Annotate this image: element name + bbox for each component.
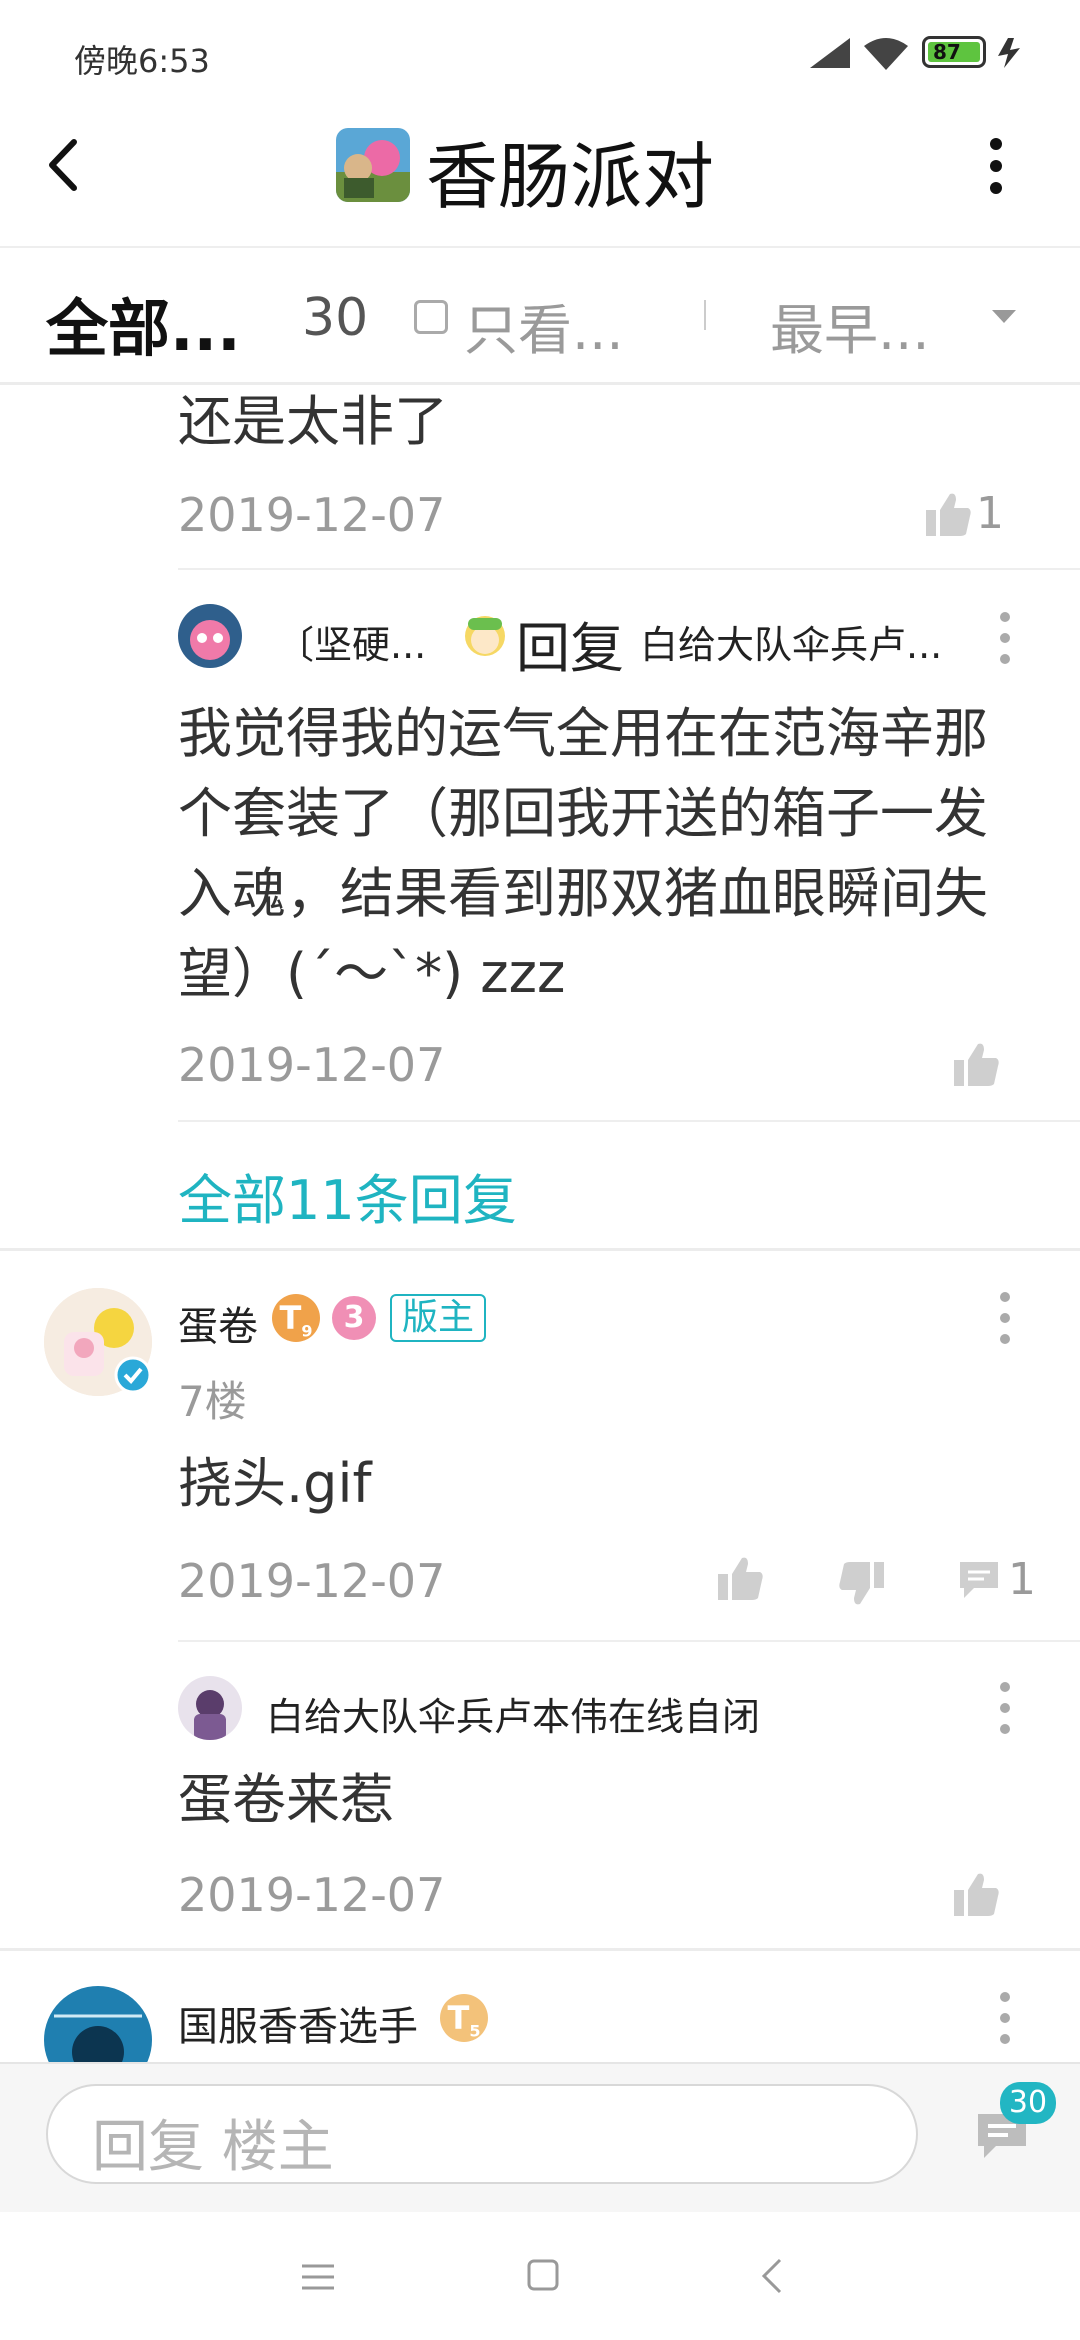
post-author[interactable]: 国服香香选手: [178, 1994, 418, 2052]
reply-divider: [178, 1640, 1080, 1642]
post-date: 2019-12-07: [178, 1554, 446, 1608]
only-op-label[interactable]: 只看...: [464, 286, 624, 365]
comment-count: 1: [1008, 1554, 1036, 1605]
more-options-icon[interactable]: [998, 1990, 1012, 2046]
reply-word: 回复: [516, 617, 624, 680]
level-badge-number: 5: [469, 2021, 481, 2041]
more-options-icon[interactable]: [998, 1290, 1012, 1346]
only-op-checkbox[interactable]: [414, 300, 448, 334]
moderator-tag: 版主: [390, 1294, 487, 1342]
reply-text: 我觉得我的运气全用在在范海辛那个套装了（那回我开送的箱子一发入魂，结果看到那双猪…: [178, 702, 988, 1005]
like-count: 1: [976, 488, 1004, 539]
like-icon[interactable]: [716, 1554, 766, 1602]
sort-dropdown[interactable]: 最早...: [770, 286, 930, 365]
app-icon: [336, 128, 410, 202]
reply-placeholder[interactable]: 回复 楼主: [92, 2102, 334, 2183]
chevron-down-icon[interactable]: [992, 310, 1016, 323]
more-options-icon[interactable]: [998, 1680, 1012, 1736]
battery-level: 87: [933, 40, 961, 64]
like-icon[interactable]: [952, 1040, 1002, 1088]
more-options-icon[interactable]: [984, 136, 1008, 196]
comment-icon[interactable]: [956, 1558, 1002, 1602]
menu-icon[interactable]: [300, 2262, 336, 2292]
header-divider: [0, 246, 1080, 248]
cellular-signal-icon: [810, 38, 850, 68]
level-badge-letter: T: [279, 1299, 302, 1337]
reply-divider: [178, 568, 1080, 570]
reply-text: 还是太非了: [178, 390, 448, 453]
filter-divider: [0, 382, 1080, 385]
post-divider: [0, 1248, 1080, 1251]
page-title: 香肠派对: [426, 135, 715, 219]
filter-separator: [704, 300, 706, 330]
back-icon[interactable]: [40, 130, 90, 200]
reply-count: 30: [302, 288, 369, 348]
coin-badge: 3: [332, 1296, 376, 1340]
reply-divider: [178, 1120, 1080, 1122]
reply-date: 2019-12-07: [178, 1868, 446, 1922]
post-text: 挠头.gif: [178, 1452, 372, 1515]
like-icon[interactable]: [924, 490, 974, 538]
post-author[interactable]: 蛋卷: [178, 1294, 258, 1352]
back-nav-icon[interactable]: [760, 2258, 784, 2294]
reply-date: 2019-12-07: [178, 1038, 446, 1092]
more-options-icon[interactable]: [998, 610, 1012, 666]
reply-date: 2019-12-07: [178, 488, 446, 542]
charging-icon: [998, 38, 1020, 68]
comment-count-badge: 30: [1000, 2082, 1056, 2124]
level-badge-letter: T: [447, 1999, 470, 2037]
like-icon[interactable]: [952, 1870, 1002, 1918]
reply-author[interactable]: 白给大队伞兵卢本伟在线自闭: [266, 1686, 760, 1741]
filter-all-tab[interactable]: 全部...: [46, 278, 241, 368]
floor-number: 7楼: [178, 1377, 247, 1426]
verified-badge-icon: [114, 1356, 152, 1394]
dislike-icon[interactable]: [836, 1560, 886, 1608]
level-badge: T5: [440, 1994, 488, 2042]
level-badge-number: 9: [301, 1321, 313, 1341]
reply-target[interactable]: 白给大队伞兵卢...: [640, 614, 942, 669]
view-all-replies-link[interactable]: 全部11条回复: [178, 1156, 517, 1235]
wifi-icon: [864, 38, 908, 70]
home-icon[interactable]: [526, 2258, 560, 2292]
user-avatar-icon: [465, 616, 505, 656]
status-time: 傍晚6:53: [74, 42, 210, 80]
avatar[interactable]: [178, 1676, 242, 1740]
battery-icon: 87: [922, 36, 986, 68]
post-divider: [0, 1948, 1080, 1951]
avatar[interactable]: [178, 604, 242, 668]
reply-text: 蛋卷来惹: [178, 1768, 394, 1831]
reply-author[interactable]: 〔坚硬...: [276, 614, 426, 669]
level-badge: T9: [272, 1294, 320, 1342]
